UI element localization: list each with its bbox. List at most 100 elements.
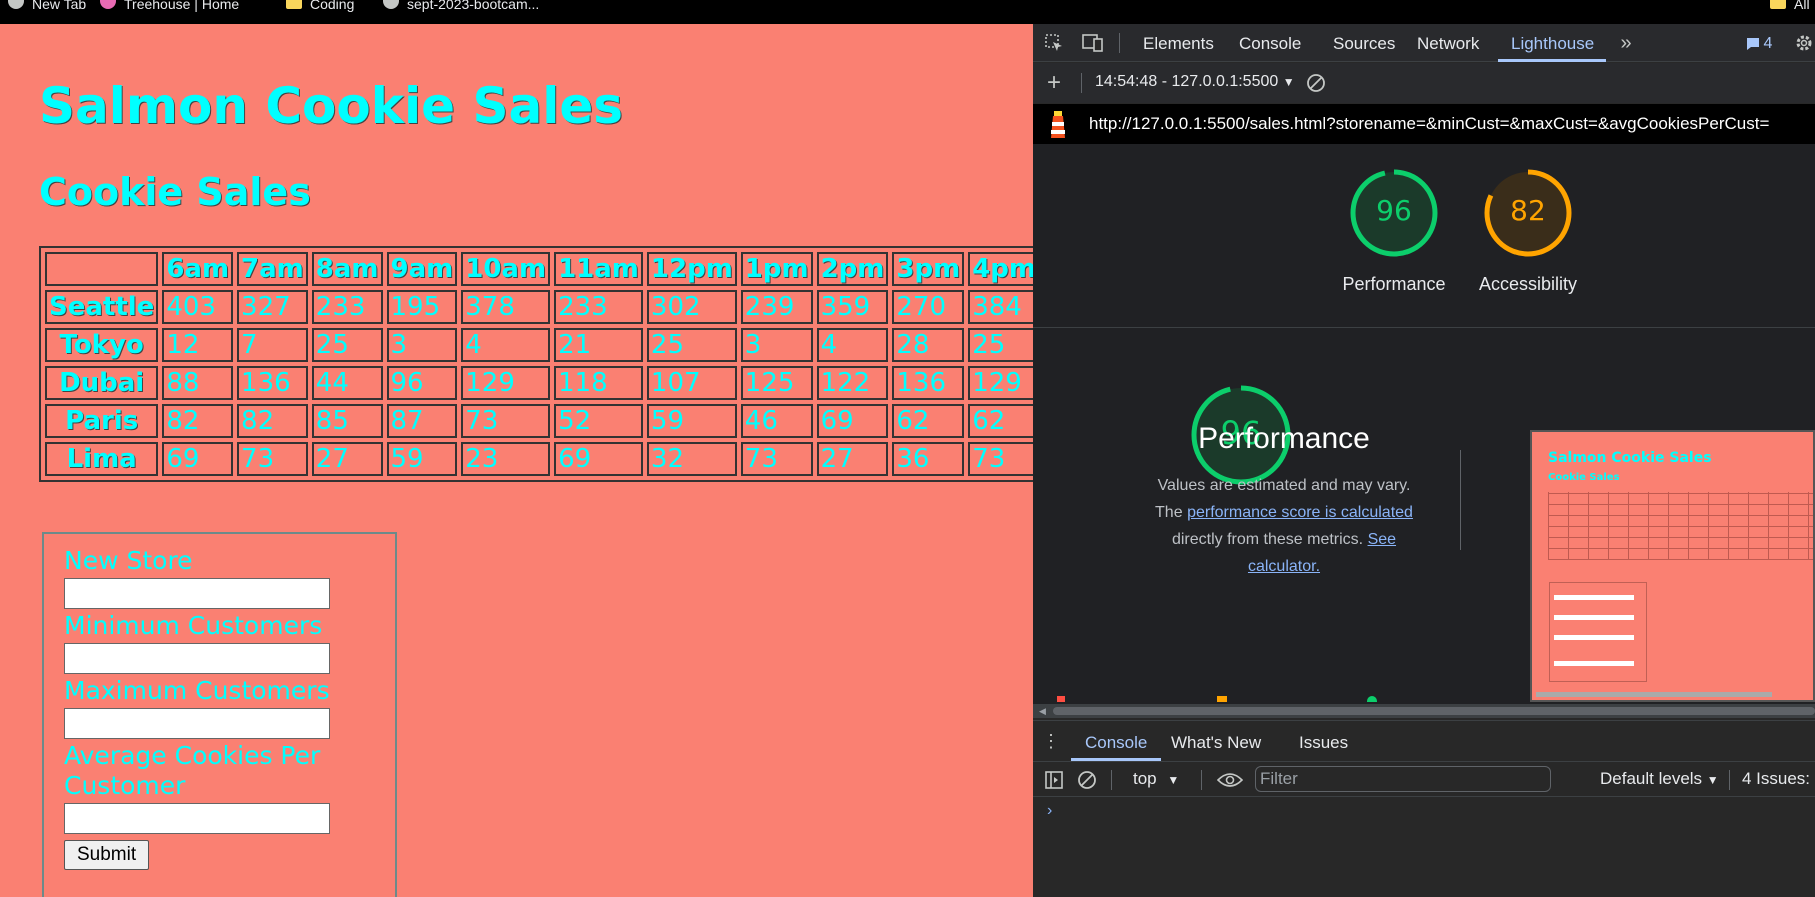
table-cell: 62 <box>892 404 965 438</box>
new-store-input[interactable] <box>64 578 330 609</box>
table-cell: 195 <box>386 290 458 324</box>
scroll-left-icon[interactable]: ◀ <box>1039 706 1046 717</box>
scrollbar-thumb[interactable] <box>1053 707 1815 715</box>
new-report-icon[interactable]: + <box>1043 71 1065 95</box>
table-cell: 59 <box>646 404 737 438</box>
active-tab-indicator <box>1498 59 1606 62</box>
page-screenshot-thumbnail[interactable]: Salmon Cookie Sales Cookie Sales <box>1530 430 1815 702</box>
table-cell: 327 <box>237 290 308 324</box>
table-cell: 107 <box>646 366 737 400</box>
thumbnail-form <box>1549 582 1647 682</box>
table-cell: 69 <box>554 442 643 476</box>
drawer-tab-console[interactable]: Console <box>1085 733 1147 753</box>
clear-console-icon[interactable] <box>1076 769 1098 791</box>
table-row: Paris 82 82 85 87 73 52 59 46 69 62 62 5… <box>45 404 1033 438</box>
toolbar-separator <box>1729 770 1730 790</box>
performance-label: Performance <box>1342 274 1446 294</box>
min-customers-input[interactable] <box>64 643 330 674</box>
sidebar-toggle-icon[interactable] <box>1043 769 1065 791</box>
table-cell: 136 <box>237 366 308 400</box>
context-selector[interactable]: top ▼ <box>1133 769 1179 789</box>
store-name-cell: Tokyo <box>45 328 159 362</box>
performance-description: Values are estimated and may vary. The p… <box>1146 472 1422 580</box>
max-customers-input[interactable] <box>64 708 330 739</box>
table-cell: 59 <box>386 442 458 476</box>
submit-button[interactable]: Submit <box>64 840 150 870</box>
issues-counter[interactable]: 4 <box>1741 34 1777 54</box>
tab-console[interactable]: Console <box>1239 34 1301 54</box>
tab-sources[interactable]: Sources <box>1333 34 1395 54</box>
more-tabs-icon[interactable]: » <box>1615 32 1637 54</box>
lighthouse-url-bar: http://127.0.0.1:5500/sales.html?storena… <box>1033 104 1815 144</box>
bookmark-treehouse[interactable]: Treehouse | Home <box>100 0 239 12</box>
folder-icon <box>286 0 302 9</box>
table-row: Lima 69 73 27 59 23 69 32 73 27 36 73 18 <box>45 442 1033 476</box>
new-store-label: New Store <box>64 546 193 575</box>
issues-count-label[interactable]: 4 Issues: <box>1742 769 1810 789</box>
drawer-menu-icon[interactable]: ⋮ <box>1041 731 1061 751</box>
sales-table: 6am 7am 8am 9am 10am 11am 12pm 1pm 2pm 3… <box>39 246 1033 482</box>
tab-lighthouse[interactable]: Lighthouse <box>1511 34 1594 54</box>
table-header-cell: 12pm <box>646 252 737 286</box>
table-cell: 52 <box>554 404 643 438</box>
table-cell: 233 <box>311 290 383 324</box>
accessibility-score: 82 <box>1510 194 1546 227</box>
table-header-cell: 3pm <box>892 252 965 286</box>
log-levels-label: Default levels <box>1600 769 1703 788</box>
table-row: Tokyo 12 7 25 3 4 21 25 3 4 28 25 12 <box>45 328 1033 362</box>
table-cell: 25 <box>968 328 1033 362</box>
table-cell: 69 <box>816 404 889 438</box>
table-cell: 46 <box>740 404 813 438</box>
table-row: Dubai 88 136 44 96 129 118 107 125 122 1… <box>45 366 1033 400</box>
table-header-cell: 8am <box>311 252 383 286</box>
log-levels-dropdown[interactable]: Default levels ▼ <box>1600 769 1719 789</box>
globe-icon <box>8 0 24 9</box>
console-prompt-icon[interactable]: › <box>1047 802 1052 820</box>
bookmark-all[interactable]: All <box>1770 0 1810 12</box>
clear-reports-icon[interactable] <box>1305 72 1327 94</box>
devtools-tab-bar: Elements Console Sources Network Lightho… <box>1033 24 1815 62</box>
table-cell: 62 <box>968 404 1033 438</box>
tab-elements[interactable]: Elements <box>1143 34 1214 54</box>
console-filter-input[interactable]: Filter <box>1255 766 1551 792</box>
report-selector[interactable]: 14:54:48 - 127.0.0.1:5500 ▼ <box>1095 73 1295 91</box>
table-cell: 69 <box>162 442 234 476</box>
table-cell: 73 <box>237 442 308 476</box>
bookmark-label: Coding <box>310 0 355 12</box>
device-toolbar-icon[interactable] <box>1081 32 1105 54</box>
section-divider <box>1033 327 1815 328</box>
table-cell: 28 <box>892 328 965 362</box>
table-cell: 122 <box>816 366 889 400</box>
gear-icon[interactable] <box>1793 32 1815 54</box>
thumbnail-subtitle: Cookie Sales <box>1548 472 1620 483</box>
tab-network[interactable]: Network <box>1417 34 1479 54</box>
score-calculation-link[interactable]: performance score is calculated <box>1187 504 1413 521</box>
bookmark-new-tab[interactable]: New Tab <box>8 0 86 12</box>
table-cell: 23 <box>461 442 551 476</box>
avg-cookies-input[interactable] <box>64 803 330 834</box>
table-cell: 233 <box>554 290 643 324</box>
accessibility-label: Accessibility <box>1478 274 1578 294</box>
thumbnail-scrollbar <box>1536 692 1772 697</box>
audited-url: http://127.0.0.1:5500/sales.html?storena… <box>1089 114 1770 133</box>
eye-icon[interactable] <box>1217 769 1243 791</box>
bookmark-coding[interactable]: Coding <box>286 0 354 12</box>
toolbar-separator <box>1119 33 1120 53</box>
table-cell: 25 <box>311 328 383 362</box>
table-header-cell <box>45 252 159 286</box>
drawer-tab-bar: ⋮ Console What's New Issues <box>1033 720 1815 761</box>
store-name-cell: Paris <box>45 404 159 438</box>
drawer-tab-issues[interactable]: Issues <box>1299 733 1348 753</box>
bookmark-bootcamp[interactable]: sept-2023-bootcam... <box>383 0 539 12</box>
bookmarks-bar: New Tab Treehouse | Home Coding sept-202… <box>0 0 1815 24</box>
message-icon <box>1746 38 1759 50</box>
horizontal-scrollbar[interactable]: ◀ <box>1033 704 1815 718</box>
bookmark-label: Treehouse | Home <box>124 0 240 12</box>
drawer-tab-whats-new[interactable]: What's New <box>1171 733 1261 753</box>
table-cell: 82 <box>162 404 234 438</box>
table-cell: 129 <box>968 366 1033 400</box>
store-name-cell: Dubai <box>45 366 159 400</box>
inspect-element-icon[interactable] <box>1043 32 1065 54</box>
table-cell: 25 <box>646 328 737 362</box>
max-customers-label: Maximum Customers <box>64 676 330 705</box>
